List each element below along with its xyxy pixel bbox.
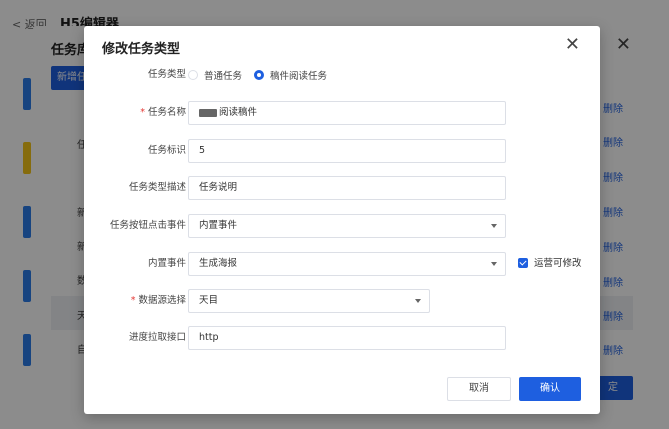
builtin-event-select[interactable]: 生成海报 [188, 252, 506, 276]
data-source-label: * 数据源选择 [130, 295, 186, 306]
required-mark: * [130, 295, 136, 306]
progress-api-label: 进度拉取接口 [128, 332, 186, 343]
radio-article-read-task[interactable]: 稿件阅读任务 [254, 68, 327, 82]
builtin-event-label: 内置事件 [147, 258, 186, 269]
edit-task-type-modal: 修改任务类型 ✕ 任务类型 普通任务 稿件阅读任务 * 任务名称 阅读稿件 任务标… [84, 26, 600, 414]
chevron-down-icon [415, 299, 421, 303]
data-source-select[interactable]: 天目 [188, 289, 430, 313]
radio-normal-task[interactable]: 普通任务 [188, 68, 242, 82]
radio-label: 稿件阅读任务 [270, 71, 328, 82]
operator-editable-label: 运营可修改 [534, 258, 582, 269]
operator-editable-checkbox[interactable] [518, 258, 528, 268]
chevron-down-icon [491, 262, 497, 266]
radio-unchecked-icon [188, 70, 198, 80]
task-name-label: * 任务名称 [140, 107, 186, 118]
builtin-event-row: 内置事件 生成海报 运营可修改 [84, 252, 600, 276]
required-mark: * [140, 107, 145, 118]
type-desc-row: 任务类型描述 任务说明 [84, 176, 600, 200]
task-id-input[interactable]: 5 [188, 139, 506, 163]
progress-api-input[interactable]: http [188, 326, 506, 350]
ok-button[interactable]: 确认 [519, 377, 581, 401]
task-type-row: 任务类型 普通任务 稿件阅读任务 [84, 63, 600, 87]
type-desc-label: 任务类型描述 [128, 182, 186, 193]
type-desc-input[interactable]: 任务说明 [188, 176, 506, 200]
modal-title: 修改任务类型 [102, 42, 181, 57]
data-source-row: * 数据源选择 天目 [84, 289, 600, 313]
click-event-row: 任务按钮点击事件 内置事件 [84, 214, 600, 238]
click-event-select[interactable]: 内置事件 [188, 214, 506, 238]
task-id-row: 任务标识 5 [84, 139, 600, 163]
close-icon[interactable]: ✕ [565, 36, 580, 54]
task-type-radio-group: 普通任务 稿件阅读任务 [188, 63, 339, 87]
redacted-mark [199, 108, 217, 117]
cancel-button[interactable]: 取消 [447, 377, 511, 401]
progress-api-row: 进度拉取接口 http [84, 326, 600, 350]
task-type-label: 任务类型 [147, 69, 186, 80]
radio-label: 普通任务 [204, 71, 243, 82]
chevron-down-icon [491, 224, 497, 228]
click-event-label: 任务按钮点击事件 [109, 220, 186, 231]
task-name-row: * 任务名称 阅读稿件 [84, 101, 600, 125]
task-name-input[interactable]: 阅读稿件 [188, 101, 506, 125]
radio-checked-icon [254, 70, 265, 80]
task-id-label: 任务标识 [147, 145, 186, 156]
